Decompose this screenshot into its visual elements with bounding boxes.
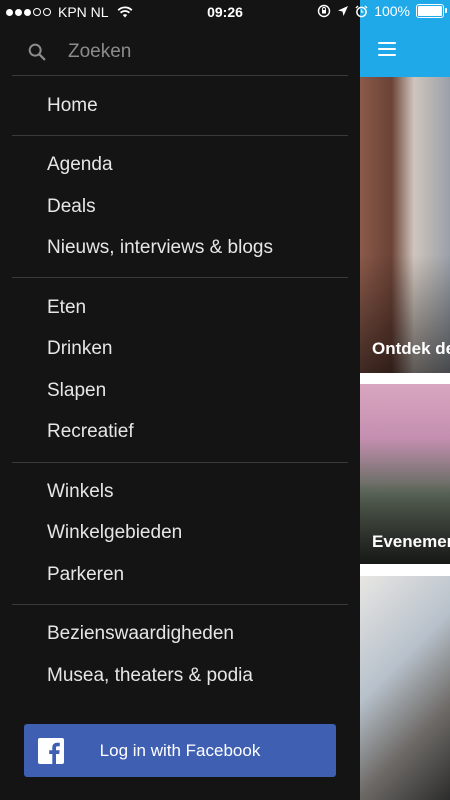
content-card[interactable]: [360, 576, 450, 800]
menu-item-slapen[interactable]: Slapen: [47, 380, 106, 402]
card-title: Evenemen: [372, 532, 450, 551]
menu-item-parkeren[interactable]: Parkeren: [47, 564, 124, 586]
location-arrow-icon: [338, 6, 349, 16]
menu-item-bezienswaardigheden[interactable]: Bezienswaardigheden: [47, 623, 234, 645]
menu-item-winkelgebieden[interactable]: Winkelgebieden: [47, 522, 182, 544]
menu-item-news[interactable]: Nieuws, interviews & blogs: [47, 237, 273, 259]
search-input[interactable]: [66, 39, 330, 64]
menu-item-home[interactable]: Home: [47, 95, 98, 117]
menu-item-winkels[interactable]: Winkels: [47, 481, 114, 503]
menu-item-deals[interactable]: Deals: [47, 196, 96, 218]
content-card[interactable]: Evenemen: [360, 384, 450, 564]
menu-item-eten[interactable]: Eten: [47, 297, 86, 319]
facebook-icon: [38, 737, 64, 764]
menu-item-drinken[interactable]: Drinken: [47, 338, 112, 360]
divider: [12, 75, 348, 76]
search-bar[interactable]: [12, 28, 348, 75]
battery-icon: [416, 4, 447, 18]
divider: [12, 135, 348, 136]
navigation-drawer: Home Agenda Deals Nieuws, interviews & b…: [0, 0, 360, 800]
alarm-icon: [355, 5, 368, 17]
divider: [12, 604, 348, 605]
facebook-login-button[interactable]: Log in with Facebook: [24, 724, 336, 777]
menu-item-musea[interactable]: Musea, theaters & podia: [47, 665, 253, 687]
menu-item-agenda[interactable]: Agenda: [47, 154, 113, 176]
facebook-login-label: Log in with Facebook: [99, 740, 261, 760]
rotation-lock-icon: [317, 4, 331, 18]
menu-item-recreatief[interactable]: Recreatief: [47, 421, 134, 443]
search-icon: [28, 43, 46, 60]
divider: [12, 462, 348, 463]
card-title: Ontdek de: [372, 339, 450, 358]
background-app: Ontdek de Evenemen: [360, 0, 450, 800]
content-card[interactable]: Ontdek de: [360, 77, 450, 373]
status-bar: KPN NL 09:26 100%: [0, 0, 450, 26]
divider: [12, 277, 348, 278]
hamburger-menu-icon[interactable]: [378, 42, 396, 56]
battery-percentage: 100%: [374, 3, 410, 19]
